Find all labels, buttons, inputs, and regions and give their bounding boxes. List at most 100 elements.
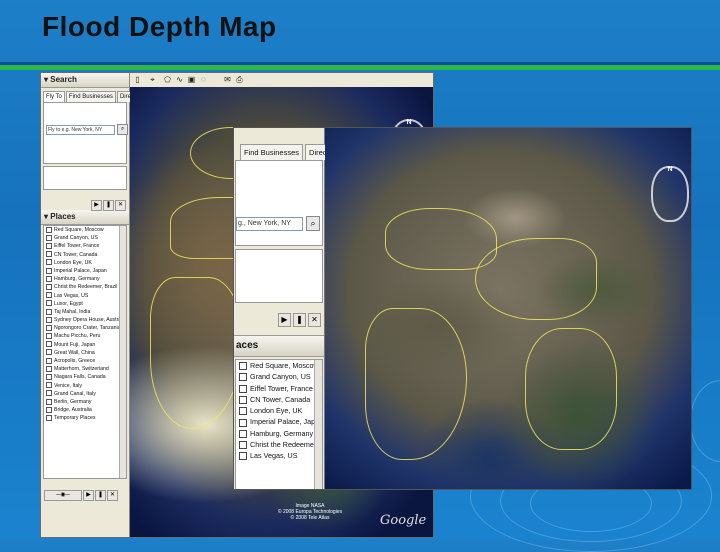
list-item[interactable]: Acropolis, Greece: [44, 357, 126, 365]
list-item[interactable]: Grand Canal, Italy: [44, 390, 126, 398]
tab-fly-to[interactable]: Fly To: [43, 91, 65, 102]
tab-find-businesses[interactable]: Find Businesses: [65, 91, 116, 102]
list-item[interactable]: Great Wall, China: [44, 349, 126, 357]
list-item[interactable]: London Eye, UK: [44, 259, 126, 267]
checkbox[interactable]: [239, 384, 247, 393]
slider-icon[interactable]: ─◉─: [44, 490, 82, 501]
places-scrollbar[interactable]: [119, 226, 126, 478]
checkbox[interactable]: [46, 267, 52, 274]
tab-find-businesses[interactable]: Find Businesses: [240, 144, 304, 160]
search-button[interactable]: ⌕: [306, 216, 320, 231]
checkbox[interactable]: [46, 283, 52, 290]
list-item[interactable]: Eiffel Tower, France: [44, 242, 126, 250]
checkbox[interactable]: [46, 243, 52, 249]
pause-icon[interactable]: ❚: [293, 313, 306, 327]
tour-icon[interactable]: ◌: [199, 75, 208, 84]
compass-icon[interactable]: N: [651, 166, 689, 222]
list-item[interactable]: Las Vegas, US: [236, 450, 322, 461]
checkbox[interactable]: [46, 374, 52, 380]
places-panel-header[interactable]: ▾ Places: [41, 210, 129, 225]
list-item[interactable]: Hamburg, Germany: [236, 428, 322, 439]
list-item[interactable]: CN Tower, Canada: [236, 394, 322, 405]
path-icon[interactable]: ∿: [175, 75, 184, 84]
list-item[interactable]: Matterhorn, Switzerland: [44, 365, 126, 373]
country-border: [150, 277, 242, 429]
list-item[interactable]: Taj Mahal, India: [44, 308, 126, 316]
polygon-icon[interactable]: ⬠: [163, 75, 172, 84]
overlay-icon[interactable]: ▣: [187, 75, 196, 84]
list-item[interactable]: Hamburg, Germany: [44, 275, 126, 283]
list-item[interactable]: Grand Canyon, US: [44, 234, 126, 242]
search-button[interactable]: ⌕: [117, 124, 128, 135]
list-item[interactable]: Red Square, Moscow: [44, 226, 126, 234]
checkbox[interactable]: [46, 300, 52, 307]
checkbox[interactable]: [239, 362, 247, 371]
checkbox[interactable]: [239, 418, 247, 427]
checkbox[interactable]: [239, 395, 247, 404]
checkbox[interactable]: [46, 308, 52, 315]
sidebar-toggle-icon[interactable]: ▯: [133, 75, 142, 84]
list-item[interactable]: Christ the Redeemer, Brazil: [44, 283, 126, 291]
search-panel-header[interactable]: ▾ Search: [41, 73, 129, 88]
checkbox[interactable]: [46, 259, 52, 266]
checkbox[interactable]: [46, 275, 52, 282]
list-item[interactable]: Red Square, Moscow: [236, 360, 322, 371]
fly-to-input[interactable]: g., New York, NY: [236, 217, 303, 231]
checkbox[interactable]: [46, 341, 52, 348]
list-item[interactable]: Mount Fuji, Japan: [44, 341, 126, 349]
checkbox[interactable]: [46, 382, 52, 389]
places-panel-header[interactable]: aces: [234, 335, 324, 357]
checkbox[interactable]: [46, 349, 52, 356]
checkbox[interactable]: [46, 365, 52, 372]
close-icon[interactable]: ✕: [107, 490, 118, 501]
checkbox[interactable]: [239, 407, 247, 416]
checkbox[interactable]: [46, 390, 52, 397]
pause-icon[interactable]: ❚: [95, 490, 106, 501]
list-item[interactable]: Machu Picchu, Peru: [44, 332, 126, 340]
fly-to-input[interactable]: Fly to e.g. New York, NY: [46, 125, 115, 135]
list-item[interactable]: Luxor, Egypt: [44, 300, 126, 308]
list-item[interactable]: Bridge, Australia: [44, 406, 126, 414]
list-item[interactable]: Temporary Places: [44, 414, 126, 422]
checkbox[interactable]: [46, 414, 52, 421]
list-item[interactable]: Eiffel Tower, France: [236, 383, 322, 394]
print-icon[interactable]: ⎙: [235, 75, 244, 84]
checkbox[interactable]: [239, 441, 247, 450]
checkbox[interactable]: [46, 226, 52, 233]
play-icon[interactable]: ▶: [91, 200, 102, 211]
checkbox[interactable]: [239, 429, 247, 438]
close-icon[interactable]: ✕: [308, 313, 321, 327]
list-item[interactable]: Imperial Palace, Japan: [44, 267, 126, 275]
placemark-icon[interactable]: ⌖: [148, 75, 157, 84]
checkbox[interactable]: [46, 292, 52, 299]
list-item[interactable]: Ngorongoro Crater, Tanzania: [44, 324, 126, 332]
list-item[interactable]: Berlin, Germany: [44, 398, 126, 406]
list-item[interactable]: Las Vegas, US: [44, 292, 126, 300]
checkbox[interactable]: [46, 251, 52, 258]
pause-icon[interactable]: ❚: [103, 200, 114, 211]
list-item[interactable]: Venice, Italy: [44, 382, 126, 390]
list-item[interactable]: Grand Canyon, US: [236, 371, 322, 382]
list-item[interactable]: Imperial Palace, Japan: [236, 416, 322, 427]
play-icon[interactable]: ▶: [83, 490, 94, 501]
checkbox[interactable]: [46, 234, 52, 241]
checkbox[interactable]: [46, 324, 52, 331]
checkbox[interactable]: [46, 398, 52, 405]
email-icon[interactable]: ✉: [223, 75, 232, 84]
earth-map-view[interactable]: N: [325, 128, 691, 489]
checkbox[interactable]: [46, 406, 52, 413]
checkbox[interactable]: [46, 316, 52, 323]
places-scrollbar[interactable]: [314, 360, 322, 489]
list-item[interactable]: CN Tower, Canada: [44, 251, 126, 259]
list-item[interactable]: Christ the Redeemer, Brazil: [236, 439, 322, 450]
checkbox[interactable]: [46, 357, 52, 364]
checkbox[interactable]: [46, 333, 52, 340]
checkbox[interactable]: [239, 452, 247, 461]
list-item[interactable]: Sydney Opera House, Australia: [44, 316, 126, 324]
play-icon[interactable]: ▶: [278, 313, 291, 327]
list-item[interactable]: London Eye, UK: [236, 405, 322, 416]
close-icon[interactable]: ✕: [115, 200, 126, 211]
list-item-label: Las Vegas, US: [250, 451, 298, 461]
checkbox[interactable]: [239, 373, 247, 382]
list-item[interactable]: Niagara Falls, Canada: [44, 373, 126, 381]
